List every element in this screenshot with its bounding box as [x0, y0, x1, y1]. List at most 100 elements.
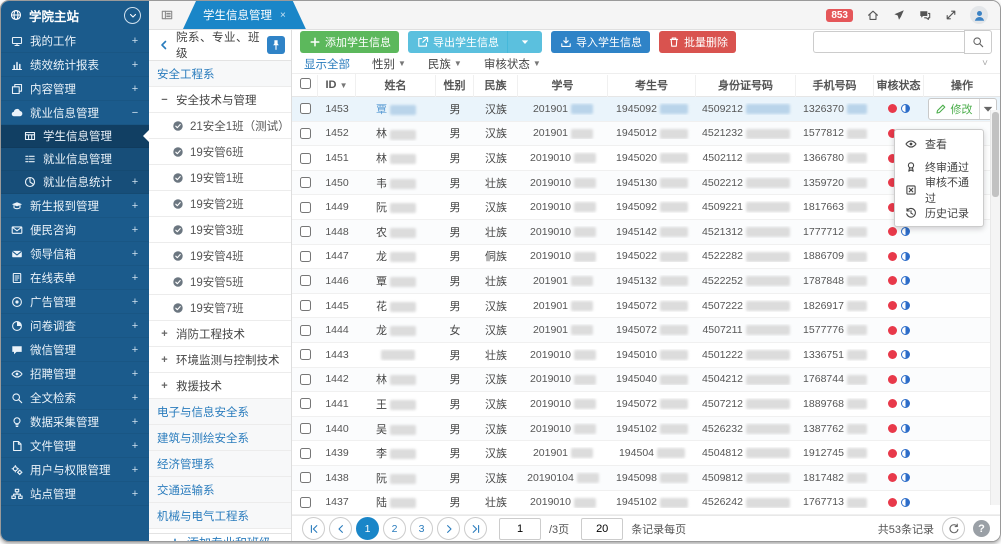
search-button[interactable] [964, 30, 992, 54]
sidebar-item-内容管理[interactable]: 内容管理+ [1, 77, 149, 101]
cell-name[interactable]: 覃 [356, 273, 436, 289]
row-checkbox[interactable] [300, 325, 311, 336]
cell-name[interactable]: 林 [356, 125, 436, 141]
col-student-no[interactable]: 学号 [518, 75, 608, 97]
notification-badge[interactable]: 853 [826, 9, 853, 22]
filter-gender[interactable]: 性别▼ [372, 56, 406, 72]
sidebar-item-在线表单[interactable]: 在线表单+ [1, 266, 149, 290]
back-chevron-icon[interactable] [157, 39, 170, 52]
sidebar-item-微信管理[interactable]: 微信管理+ [1, 338, 149, 362]
filter-show-all[interactable]: 显示全部 [304, 56, 350, 72]
table-row[interactable]: 1444龙女汉族201901194507245072111577776 [292, 318, 1000, 343]
col-id-card[interactable]: 身份证号码 [696, 75, 796, 97]
last-page-button[interactable] [464, 517, 487, 540]
send-icon[interactable] [892, 9, 905, 22]
avatar[interactable] [970, 6, 988, 24]
tree-toggle-icon[interactable]: + [159, 354, 170, 366]
menu-item-查看[interactable]: 查看 [895, 132, 983, 155]
export-dropdown-caret[interactable] [507, 31, 542, 53]
table-row[interactable]: 1441王男汉族2019010194507245072121889768 [292, 392, 1000, 417]
fullscreen-icon[interactable] [944, 9, 957, 22]
sidebar-item-我的工作[interactable]: 我的工作+ [1, 29, 149, 53]
sidebar-item-数据采集管理[interactable]: 数据采集管理+ [1, 410, 149, 434]
col-exam-no[interactable]: 考生号 [608, 75, 696, 97]
cell-name[interactable]: 吴 [356, 421, 436, 437]
prev-page-button[interactable] [329, 517, 352, 540]
table-row[interactable]: 1447龙男侗族2019010194502245222821886709 [292, 245, 1000, 270]
sidebar-item-绩效统计报表[interactable]: 绩效统计报表+ [1, 53, 149, 77]
tree-node-环境监测与控制技术[interactable]: +环境监测与控制技术 [149, 347, 291, 373]
row-checkbox[interactable] [300, 275, 311, 286]
row-checkbox[interactable] [300, 153, 311, 164]
batch-delete-button[interactable]: 批量删除 [659, 31, 736, 53]
help-button[interactable]: ? [973, 520, 990, 537]
sidebar-item-文件管理[interactable]: 文件管理+ [1, 434, 149, 458]
sidebar-item-领导信箱[interactable]: 领导信箱+ [1, 242, 149, 266]
cell-name[interactable]: 李 [356, 445, 436, 461]
row-checkbox[interactable] [300, 251, 311, 262]
cell-name[interactable]: 覃 [356, 101, 436, 117]
cell-name[interactable]: 阮 [356, 470, 436, 486]
filter-collapse-icon[interactable]: ˅ [982, 58, 988, 69]
row-checkbox[interactable] [300, 423, 311, 434]
menu-item-审核不通过[interactable]: 审核不通过 [895, 178, 983, 201]
table-row[interactable]: 1438阮男汉族20190104194509845098121817482 [292, 466, 1000, 491]
tab-student-info[interactable]: 学生信息管理 × [183, 1, 306, 29]
page-button-3[interactable]: 3 [410, 517, 433, 540]
tree-node-19安管5班[interactable]: 19安管5班 [149, 269, 291, 295]
home-icon[interactable] [866, 9, 879, 22]
import-student-button[interactable]: 导入学生信息 [551, 31, 650, 53]
table-row[interactable]: 1453覃男汉族201901194509245092121326370修改 [292, 97, 1000, 122]
sidebar-item-广告管理[interactable]: 广告管理+ [1, 290, 149, 314]
table-row[interactable]: 1442林男汉族2019010194504045042121768744 [292, 368, 1000, 393]
first-page-button[interactable] [302, 517, 325, 540]
cell-name[interactable]: 林 [356, 371, 436, 387]
sidebar-subitem-学生信息管理[interactable]: 学生信息管理 [1, 125, 149, 148]
cell-name[interactable]: 王 [356, 396, 436, 412]
tree-node-电子与信息安全系[interactable]: 电子与信息安全系 [149, 399, 291, 425]
cell-name[interactable]: 陆 [356, 494, 436, 510]
tree-node-19安管6班[interactable]: 19安管6班 [149, 139, 291, 165]
messages-icon[interactable] [918, 9, 931, 22]
table-row[interactable]: 1437陆男壮族2019010194510245262421767713 [292, 491, 1000, 516]
row-checkbox[interactable] [300, 349, 311, 360]
row-checkbox[interactable] [300, 202, 311, 213]
cell-name[interactable]: 韦 [356, 175, 436, 191]
tree-toggle-icon[interactable]: + [159, 380, 170, 392]
cell-name[interactable]: 农 [356, 224, 436, 240]
scrollbar-thumb[interactable] [992, 112, 999, 197]
sidebar-item-全文检索[interactable]: 全文检索+ [1, 386, 149, 410]
filter-ethnic[interactable]: 民族▼ [428, 56, 462, 72]
cell-name[interactable]: 龙 [356, 322, 436, 338]
row-checkbox[interactable] [300, 472, 311, 483]
export-student-button[interactable]: 导出学生信息 [408, 31, 507, 53]
cell-name[interactable]: 花 [356, 298, 436, 314]
tree-node-19安管4班[interactable]: 19安管4班 [149, 243, 291, 269]
tree-node-19安管7班[interactable]: 19安管7班 [149, 295, 291, 321]
tree-node-建筑与测绘安全系[interactable]: 建筑与测绘安全系 [149, 425, 291, 451]
add-major-class-button[interactable]: 添加专业和班级 [149, 533, 291, 542]
col-name[interactable]: 姓名 [356, 75, 436, 97]
edit-button[interactable]: 修改 [929, 99, 979, 119]
row-checkbox[interactable] [300, 497, 311, 508]
table-row[interactable]: 1439李男汉族20190119450445048121912745 [292, 441, 1000, 466]
sidebar-subitem-就业信息管理[interactable]: 就业信息管理 [1, 148, 149, 171]
refresh-button[interactable] [942, 517, 965, 540]
cell-name[interactable]: 龙 [356, 248, 436, 264]
page-button-2[interactable]: 2 [383, 517, 406, 540]
tab-close-icon[interactable]: × [280, 10, 286, 21]
sidebar-item-就业信息管理[interactable]: 就业信息管理− [1, 101, 149, 125]
row-checkbox[interactable] [300, 398, 311, 409]
tree-node-机械与电气工程系[interactable]: 机械与电气工程系 [149, 503, 291, 529]
tree-node-救援技术[interactable]: +救援技术 [149, 373, 291, 399]
col-status[interactable]: 审核状态 [874, 75, 924, 97]
tree-node-19安管1班[interactable]: 19安管1班 [149, 165, 291, 191]
row-checkbox[interactable] [300, 226, 311, 237]
sidebar-item-新生报到管理[interactable]: 新生报到管理+ [1, 194, 149, 218]
chevron-circle-icon[interactable] [124, 7, 141, 24]
panel-toggle-icon[interactable] [157, 7, 177, 23]
tree-node-经济管理系[interactable]: 经济管理系 [149, 451, 291, 477]
row-checkbox[interactable] [300, 128, 311, 139]
sidebar-item-用户与权限管理[interactable]: 用户与权限管理+ [1, 458, 149, 482]
cell-name[interactable]: 阮 [356, 199, 436, 215]
